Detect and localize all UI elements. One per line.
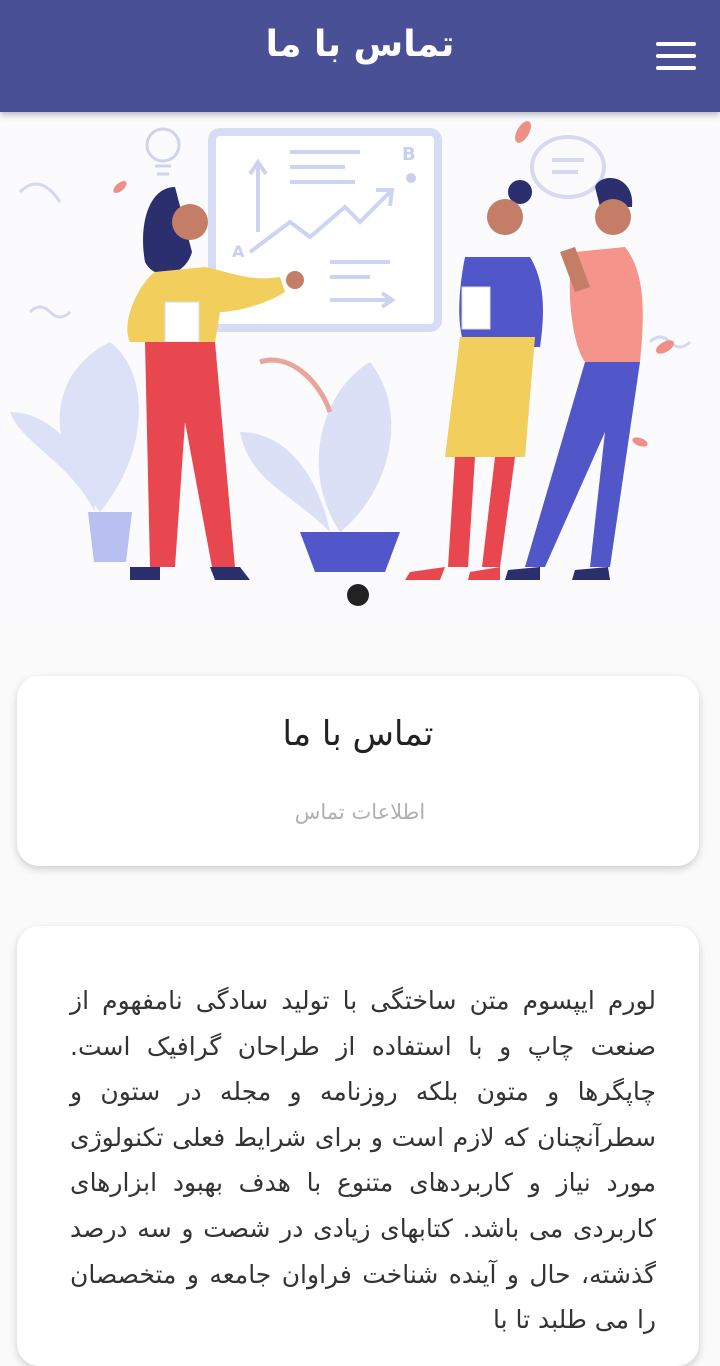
- card-title: تماس با ما: [282, 714, 434, 754]
- svg-text:B: B: [402, 144, 416, 165]
- menu-icon[interactable]: [656, 40, 696, 72]
- card-subtitle: اطلاعات تماس: [294, 800, 426, 824]
- description-card: لورم ایپسوم متن ساختگی با تولید سادگی نا…: [17, 926, 699, 1366]
- contact-info-card: تماس با ما: [17, 676, 699, 866]
- description-text: لورم ایپسوم متن ساختگی با تولید سادگی نا…: [70, 986, 656, 1335]
- carousel-dot[interactable]: [347, 584, 369, 606]
- page-title: تماس با ما: [265, 24, 455, 65]
- svg-text:A: A: [232, 242, 245, 261]
- team-presentation-illustration: B A: [10, 121, 692, 580]
- hero-illustration: B A: [0, 112, 720, 622]
- app-bar: تماس با ما: [0, 0, 720, 112]
